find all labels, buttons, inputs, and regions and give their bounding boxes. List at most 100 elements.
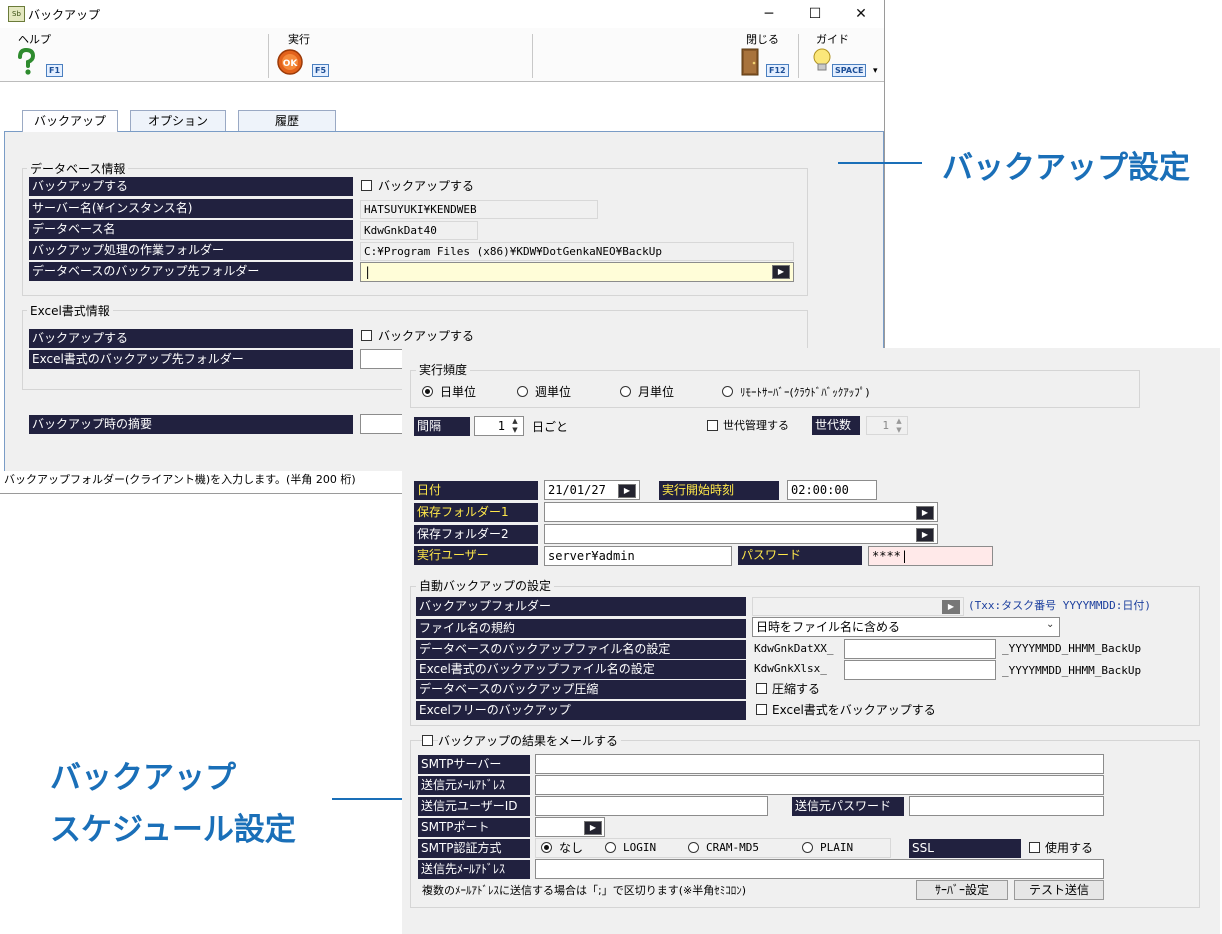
save-folder2-input[interactable] — [544, 524, 938, 544]
help-button[interactable]: ヘルプ F1 — [10, 28, 80, 80]
interval-label: 間隔 — [414, 417, 470, 436]
auth-login-label: LOGIN — [623, 841, 657, 854]
door-icon — [741, 48, 759, 76]
db-filename-prefix: KdwGnkDatXX_ — [754, 642, 834, 655]
auth-plain-radio[interactable] — [802, 842, 813, 853]
maximize-button[interactable]: ☐ — [792, 0, 838, 28]
tab-backup[interactable]: バックアップ — [22, 110, 118, 132]
toolbar-separator — [268, 34, 269, 78]
auto-folder-field — [752, 597, 964, 616]
save-folder2-browse-button[interactable]: ▶ — [916, 528, 934, 542]
smtp-port-label: SMTPポート — [418, 818, 530, 837]
auth-crammd5-label: CRAM-MD5 — [706, 841, 759, 854]
excel-filename-prefix: KdwGnkXlsx_ — [754, 662, 827, 675]
auth-none-radio[interactable] — [541, 842, 552, 853]
excel-filename-label: Excel書式のバックアップファイル名の設定 — [416, 660, 746, 679]
close-button[interactable]: 閉じる F12 — [736, 28, 796, 80]
save-folder1-input[interactable] — [544, 502, 938, 522]
save-folder1-browse-button[interactable]: ▶ — [916, 506, 934, 520]
smtp-server-input[interactable] — [535, 754, 1104, 774]
close-window-button[interactable]: ✕ — [838, 0, 884, 28]
generation-checkbox-label: 世代管理する — [723, 419, 789, 432]
smtp-server-label: SMTPサーバー — [418, 755, 530, 774]
frequency-remote-label: ﾘﾓｰﾄｻｰﾊﾞｰ(ｸﾗｳﾄﾞﾊﾞｯｸｱｯﾌﾟ) — [740, 386, 870, 399]
server-settings-button[interactable]: ｻｰﾊﾞｰ設定 — [916, 880, 1008, 900]
schedule-panel: 実行頻度 日単位 週単位 月単位 ﾘﾓｰﾄｻｰﾊﾞｰ(ｸﾗｳﾄﾞﾊﾞｯｸｱｯﾌﾟ… — [402, 348, 1220, 934]
db-filename-label: データベースのバックアップファイル名の設定 — [416, 640, 746, 659]
excel-filename-suffix: _YYYYMMDD_HHMM_BackUp — [1002, 664, 1142, 677]
excel-backup-label: バックアップする — [29, 329, 353, 348]
f12-key-badge: F12 — [766, 64, 789, 77]
guide-button[interactable]: ガイド SPACE — [806, 28, 868, 80]
toolbar-overflow-icon[interactable]: ▾ — [873, 66, 878, 76]
backup-settings-callout-line — [838, 162, 922, 164]
tab-options[interactable]: オプション — [130, 110, 226, 131]
lightbulb-icon — [813, 48, 831, 71]
frequency-remote-radio[interactable] — [722, 386, 733, 397]
auth-none-label: なし — [559, 841, 584, 855]
ssl-checkbox[interactable] — [1029, 842, 1040, 853]
from-address-label: 送信元ﾒｰﾙｱﾄﾞﾚｽ — [418, 776, 530, 795]
auth-crammd5-radio[interactable] — [688, 842, 699, 853]
db-backup-checkbox[interactable] — [361, 180, 372, 191]
guide-label: ガイド — [816, 33, 849, 46]
password-input[interactable]: ****| — [868, 546, 993, 566]
toolbar-separator — [532, 34, 533, 78]
help-label: ヘルプ — [18, 33, 51, 46]
auth-plain-label: PLAIN — [820, 841, 854, 854]
password-label: パスワード — [738, 546, 862, 565]
to-address-label: 送信先ﾒｰﾙｱﾄﾞﾚｽ — [418, 860, 530, 879]
smtp-port-button[interactable]: ▶ — [584, 821, 602, 835]
excel-backup-checkbox-label: バックアップする — [378, 329, 475, 343]
minimize-button[interactable]: ─ — [746, 0, 792, 28]
work-folder-label: バックアップ処理の作業フォルダー — [29, 241, 353, 260]
run-user-input[interactable]: server¥admin — [544, 546, 732, 566]
frequency-monthly-radio[interactable] — [620, 386, 631, 397]
compress-checkbox[interactable] — [756, 683, 767, 694]
from-address-input[interactable] — [535, 775, 1104, 795]
excel-free-label: Excelフリーのバックアップ — [416, 701, 746, 720]
db-filename-suffix: _YYYYMMDD_HHMM_BackUp — [1002, 642, 1142, 655]
date-picker-button[interactable]: ▶ — [618, 484, 636, 498]
compress-checkbox-label: 圧縮する — [772, 682, 821, 696]
schedule-callout-line2: スケジュール設定 — [50, 812, 296, 848]
from-user-input[interactable] — [535, 796, 768, 816]
generation-checkbox[interactable] — [707, 420, 718, 431]
from-password-input[interactable] — [909, 796, 1104, 816]
save-folder1-label: 保存フォルダー1 — [414, 503, 538, 522]
run-user-label: 実行ユーザー — [414, 546, 538, 565]
db-dest-folder-input[interactable]: | — [360, 262, 794, 282]
mail-checkbox[interactable] — [422, 735, 433, 746]
excel-free-checkbox[interactable] — [756, 704, 767, 715]
toolbar: ヘルプ F1 実行 OK F5 閉じる F12 ガイド SPACE ▾ — [0, 28, 884, 82]
work-folder-field: C:¥Program Files (x86)¥KDW¥DotGenkaNEO¥B… — [360, 242, 794, 261]
auto-folder-browse-button: ▶ — [942, 600, 960, 614]
frequency-daily-radio[interactable] — [422, 386, 433, 397]
database-info-title: データベース情報 — [27, 160, 129, 177]
test-send-button[interactable]: テスト送信 — [1014, 880, 1104, 900]
auth-login-radio[interactable] — [605, 842, 616, 853]
chevron-down-icon[interactable]: ⌄ — [1046, 619, 1054, 630]
toolbar-separator — [798, 34, 799, 78]
interval-spinner[interactable]: ▲ ▼ — [508, 417, 522, 435]
frequency-weekly-radio[interactable] — [517, 386, 528, 397]
db-filename-input[interactable] — [844, 639, 996, 659]
naming-rule-select[interactable]: 日時をファイル名に含める — [752, 617, 1060, 637]
tab-history[interactable]: 履歴 — [238, 110, 336, 131]
to-address-input[interactable] — [535, 859, 1104, 879]
app-icon: Sb — [8, 6, 25, 22]
ssl-checkbox-label: 使用する — [1045, 841, 1094, 855]
mail-checkbox-label: バックアップの結果をメールする — [438, 732, 622, 749]
db-backup-checkbox-label: バックアップする — [378, 179, 475, 193]
mail-note: 複数のﾒｰﾙｱﾄﾞﾚｽに送信する場合は「;」で区切ります(※半角ｾﾐｺﾛﾝ) — [422, 884, 747, 897]
frequency-title: 実行頻度 — [416, 361, 471, 378]
run-button[interactable]: 実行 OK F5 — [274, 28, 344, 80]
excel-info-title: Excel書式情報 — [27, 302, 113, 319]
start-time-input[interactable]: 02:00:00 — [787, 480, 877, 500]
auto-folder-hint: (Txx:タスク番号 YYYYMMDD:日付) — [968, 599, 1151, 612]
db-dest-folder-browse-button[interactable]: ▶ — [772, 265, 790, 279]
database-name-field: KdwGnkDat40 — [360, 221, 478, 240]
excel-filename-input[interactable] — [844, 660, 996, 680]
excel-backup-checkbox[interactable] — [361, 330, 372, 341]
generation-count-spinner: ▲ ▼ — [896, 417, 902, 434]
